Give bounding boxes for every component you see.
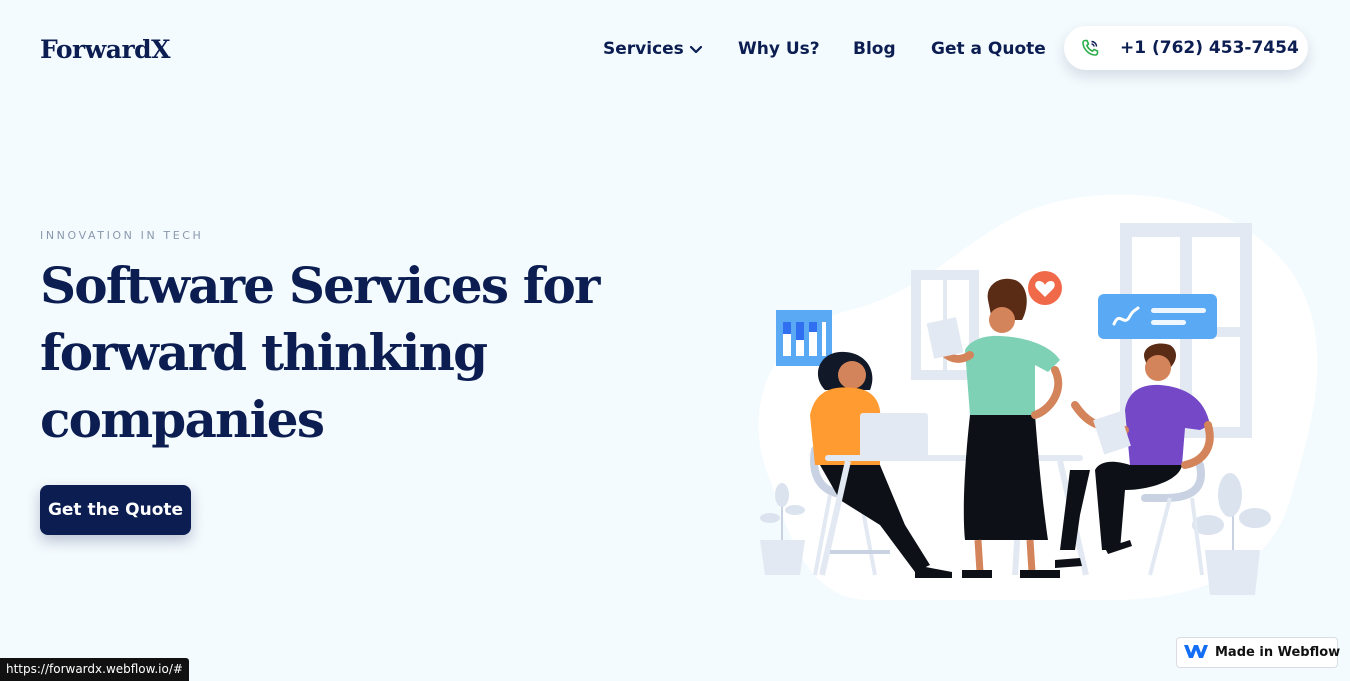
phone-icon [1080, 38, 1100, 58]
logo[interactable]: ForwardX [40, 35, 171, 64]
status-bar-url: https://forwardx.webflow.io/# [0, 658, 189, 681]
phone-button[interactable]: +1 (762) 453-7454 [1064, 26, 1308, 70]
get-quote-button[interactable]: Get the Quote [40, 485, 191, 535]
heart-icon [1028, 271, 1062, 305]
webflow-badge-label: Made in Webflow [1215, 645, 1341, 660]
made-in-webflow-badge[interactable]: Made in Webflow [1176, 637, 1341, 668]
nav-blog[interactable]: Blog [853, 37, 896, 61]
nav-why-us[interactable]: Why Us? [738, 37, 820, 61]
hero-illustration [730, 180, 1320, 610]
nav-services-label: Services [603, 39, 684, 59]
nav-services[interactable]: Services [603, 37, 702, 61]
hero-title: Software Services for forward thinking c… [40, 256, 600, 449]
phone-number: +1 (762) 453-7454 [1120, 38, 1299, 58]
webflow-logo-icon [1183, 643, 1209, 663]
nav-get-a-quote[interactable]: Get a Quote [931, 37, 1046, 61]
message-card-icon [1098, 294, 1217, 339]
chevron-down-icon [689, 37, 702, 61]
chart-card-icon [776, 310, 832, 366]
hero-eyebrow: INNOVATION IN TECH [40, 229, 204, 242]
